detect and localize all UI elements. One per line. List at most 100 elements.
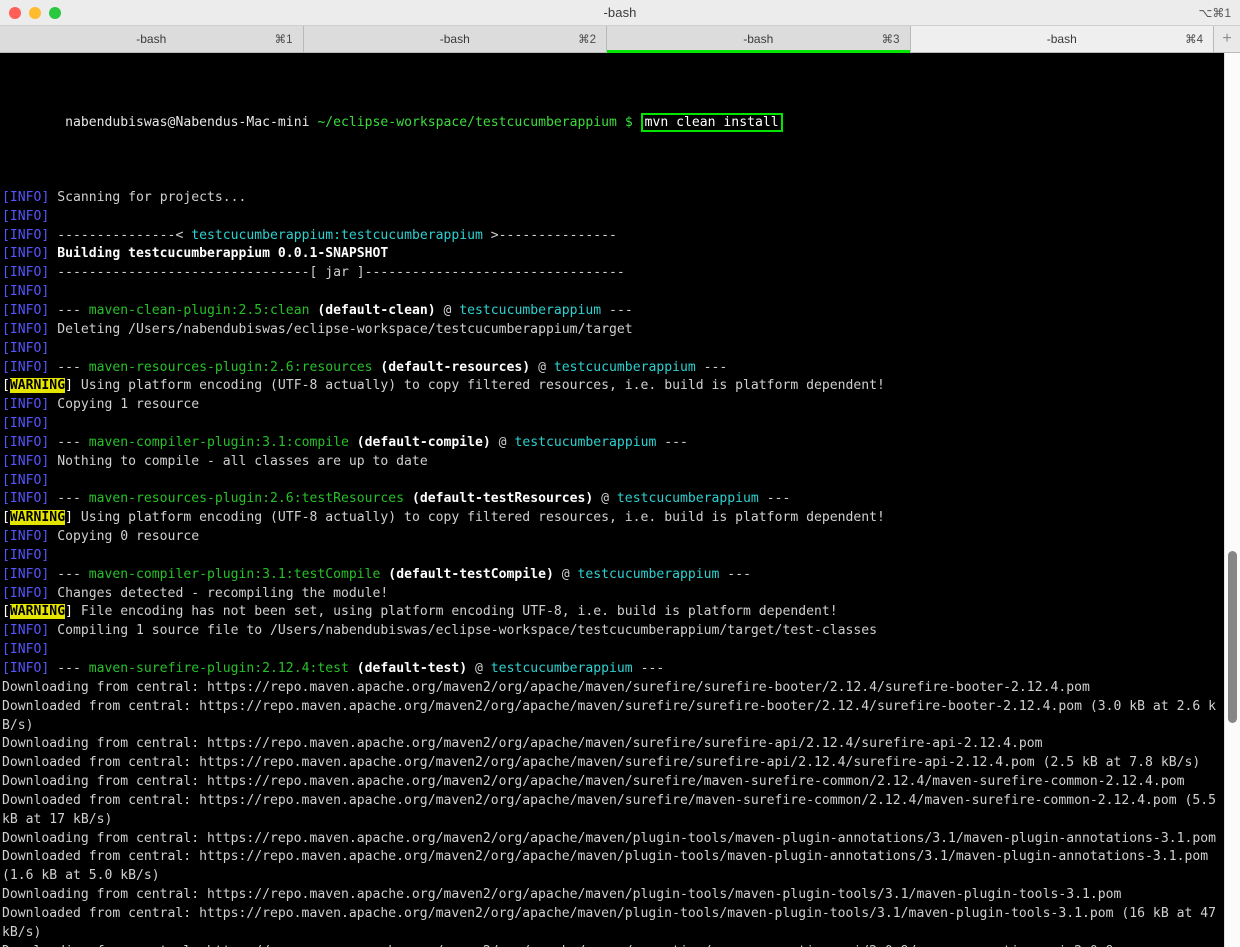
terminal-text-segment: testcucumberappium bbox=[577, 566, 720, 582]
terminal-text-segment: (default-testCompile) bbox=[380, 566, 554, 582]
tab-shortcut-label: ⌘1 bbox=[274, 34, 293, 46]
terminal-line: [INFO] --- maven-compiler-plugin:3.1:com… bbox=[2, 434, 1224, 453]
terminal-text-segment: testcucumberappium bbox=[553, 359, 696, 375]
terminal-text-segment: [INFO] bbox=[2, 416, 50, 432]
terminal-text-segment: Downloaded from central: https://repo.ma… bbox=[2, 755, 1201, 771]
terminal-line: [INFO] Building testcucumberappium 0.0.1… bbox=[2, 245, 1224, 264]
terminal-text-segment: @ bbox=[553, 566, 578, 582]
terminal-text-segment: WARNING bbox=[9, 378, 66, 394]
terminal-line: [INFO] Copying 1 resource bbox=[2, 396, 1224, 415]
terminal-text-segment: maven-compiler-plugin:3.1:compile bbox=[88, 434, 349, 450]
terminal-text-segment: (default-compile) bbox=[348, 434, 491, 450]
terminal-text-segment: Using platform encoding (UTF-8 actually)… bbox=[72, 510, 885, 526]
terminal-text-segment: Downloaded from central: https://repo.ma… bbox=[2, 698, 1216, 733]
terminal-text-segment: Downloading from central: https://repo.m… bbox=[2, 736, 1043, 752]
terminal-line: [INFO] bbox=[2, 547, 1224, 566]
prompt-path: ~/eclipse-workspace/testcucumberappium bbox=[317, 114, 617, 130]
terminal-text-segment: [INFO] bbox=[2, 246, 50, 262]
tab-shortcut-label: ⌘3 bbox=[881, 34, 900, 46]
terminal-window: -bash ⌥⌘1 -bash ⌘1 -bash ⌘2 -bash ⌘3 -bash ⌘4 + … bbox=[0, 0, 1240, 947]
terminal-text-segment: Downloaded from central: https://repo.ma… bbox=[2, 792, 1224, 827]
terminal-text-segment: (default-clean) bbox=[309, 302, 436, 318]
terminal-text-segment: [INFO] bbox=[2, 491, 50, 507]
terminal-text-segment: @ bbox=[593, 491, 617, 507]
terminal-text-segment: [INFO] bbox=[2, 661, 50, 676]
terminal-text-segment: maven-clean-plugin:2.5:clean bbox=[88, 302, 310, 318]
terminal-text-segment: [INFO] bbox=[2, 566, 50, 582]
terminal-text-segment: Downloading from central: https://repo.m… bbox=[2, 830, 1216, 846]
terminal-text-segment: [INFO] bbox=[2, 208, 50, 224]
terminal-text-segment: File encoding has not been set, using pl… bbox=[72, 604, 838, 620]
terminal-text-segment: ] bbox=[65, 378, 73, 394]
terminal-text-segment: Nothing to compile - all classes are up … bbox=[49, 453, 428, 469]
terminal-line: [WARNING] Using platform encoding (UTF-8… bbox=[2, 509, 1224, 528]
vertical-scrollbar[interactable] bbox=[1224, 53, 1240, 947]
terminal-line: [INFO] Deleting /Users/nabendubiswas/ecl… bbox=[2, 321, 1224, 340]
tab-label: -bash bbox=[1046, 32, 1077, 46]
tab-3[interactable]: -bash ⌘3 bbox=[607, 26, 911, 53]
terminal-text-segment: [INFO] bbox=[2, 453, 50, 469]
terminal-line: Downloading from central: https://repo.m… bbox=[2, 735, 1224, 754]
terminal-text-segment: ] bbox=[65, 510, 73, 526]
terminal-text-segment: [INFO] bbox=[2, 547, 50, 563]
terminal-text-segment: Copying 0 resource bbox=[49, 529, 200, 545]
prompt-symbol: $ bbox=[624, 114, 633, 130]
terminal-text-segment: [ bbox=[2, 604, 10, 620]
terminal-text-segment: testcucumberappium bbox=[490, 661, 633, 676]
terminal-text-segment: >--------------- bbox=[482, 227, 617, 243]
terminal-text-segment: maven-surefire-plugin:2.12.4:test bbox=[88, 661, 349, 676]
terminal-text-segment: @ bbox=[530, 359, 554, 375]
terminal-text-segment: [INFO] bbox=[2, 529, 50, 545]
terminal-text-segment: Downloaded from central: https://repo.ma… bbox=[2, 849, 1217, 884]
terminal-line: Downloading from central: https://repo.m… bbox=[2, 773, 1224, 792]
terminal-text-segment: maven-compiler-plugin:3.1:testCompile bbox=[88, 566, 381, 582]
terminal-text-segment: Downloading from central: https://repo.m… bbox=[2, 944, 1145, 947]
terminal-text-segment: --------------------------------[ jar ]-… bbox=[49, 265, 625, 281]
scrollbar-thumb[interactable] bbox=[1228, 551, 1237, 723]
terminal-line: [INFO] bbox=[2, 415, 1224, 434]
terminal-line: [INFO] --- maven-resources-plugin:2.6:te… bbox=[2, 490, 1224, 509]
terminal-text-segment: (default-resources) bbox=[372, 359, 531, 375]
terminal-text-segment: [INFO] bbox=[2, 434, 50, 450]
zoom-button-icon[interactable] bbox=[49, 6, 61, 19]
window-title: -bash bbox=[603, 5, 637, 20]
tab-4[interactable]: -bash ⌘4 bbox=[910, 26, 1214, 52]
command-input[interactable]: mvn clean install bbox=[640, 112, 783, 132]
terminal-line: Downloaded from central: https://repo.ma… bbox=[2, 698, 1224, 736]
terminal-line: Downloading from central: https://repo.m… bbox=[2, 679, 1224, 698]
terminal-text-segment: INFO bbox=[9, 189, 42, 205]
terminal-text-segment: --- bbox=[49, 661, 89, 676]
terminal-text-segment: [ bbox=[2, 510, 10, 526]
window-shortcut-label: ⌥⌘1 bbox=[1198, 5, 1231, 20]
terminal-area: nabendubiswas@Nabendus-Mac-mini ~/eclips… bbox=[0, 53, 1240, 947]
terminal-line: [INFO] --------------------------------[… bbox=[2, 264, 1224, 283]
terminal-line: Downloading from central: https://repo.m… bbox=[2, 886, 1224, 905]
terminal-output[interactable]: nabendubiswas@Nabendus-Mac-mini ~/eclips… bbox=[0, 53, 1224, 947]
new-tab-button[interactable]: + bbox=[1214, 26, 1240, 52]
terminal-text-segment: testcucumberappium bbox=[514, 434, 657, 450]
terminal-line: Downloaded from central: https://repo.ma… bbox=[2, 905, 1224, 943]
terminal-line: [INFO] --- maven-clean-plugin:2.5:clean … bbox=[2, 302, 1224, 321]
terminal-text-segment: maven-resources-plugin:2.6:resources bbox=[88, 359, 373, 375]
tab-1[interactable]: -bash ⌘1 bbox=[0, 26, 304, 52]
terminal-line: [INFO] Copying 0 resource bbox=[2, 528, 1224, 547]
tab-shortcut-label: ⌘2 bbox=[578, 34, 596, 46]
terminal-text-segment: @ bbox=[467, 661, 491, 676]
terminal-text-segment: Scanning for projects... bbox=[49, 189, 247, 205]
terminal-text-segment: [INFO] bbox=[2, 302, 50, 318]
terminal-text-segment: [INFO] bbox=[2, 227, 50, 243]
terminal-line: Downloaded from central: https://repo.ma… bbox=[2, 848, 1224, 886]
terminal-text-segment: Downloaded from central: https://repo.ma… bbox=[2, 905, 1224, 940]
terminal-text-segment: (default-test) bbox=[348, 661, 468, 676]
minimize-button-icon[interactable] bbox=[29, 6, 41, 19]
close-button-icon[interactable] bbox=[9, 6, 21, 19]
terminal-text-segment: Copying 1 resource bbox=[49, 397, 200, 413]
terminal-text-segment: --- bbox=[49, 359, 89, 375]
terminal-text-segment: ] bbox=[65, 604, 73, 620]
tab-2[interactable]: -bash ⌘2 bbox=[303, 26, 607, 52]
terminal-text-segment: --- bbox=[758, 491, 791, 507]
terminal-line: [INFO] bbox=[2, 641, 1224, 660]
terminal-text-segment: Deleting /Users/nabendubiswas/eclipse-wo… bbox=[49, 321, 633, 337]
terminal-text-segment: @ bbox=[490, 434, 515, 450]
title-bar: -bash ⌥⌘1 bbox=[0, 0, 1240, 26]
